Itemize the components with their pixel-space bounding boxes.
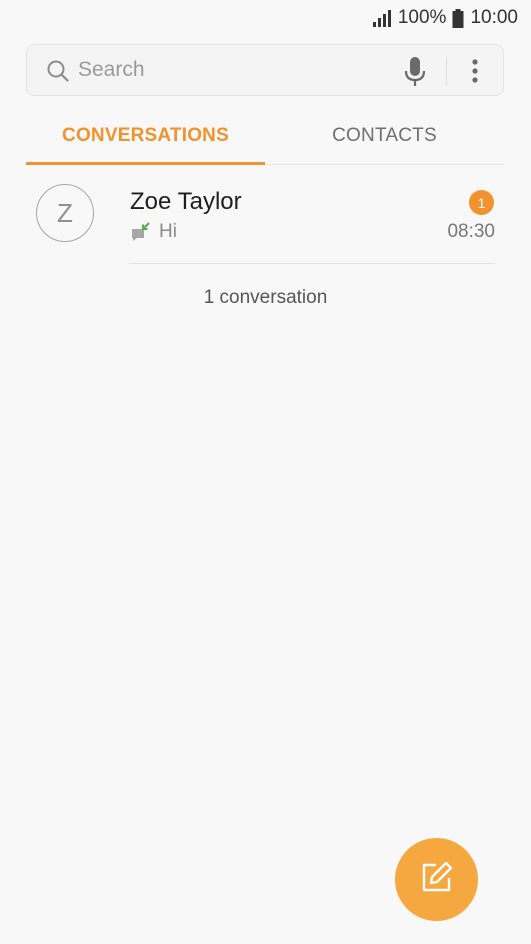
compose-icon: [420, 860, 454, 899]
compose-button[interactable]: [395, 838, 478, 921]
status-bar: 100% 10:00: [0, 0, 531, 36]
signal-icon: [372, 9, 392, 27]
microphone-icon[interactable]: [403, 56, 427, 93]
more-options-icon[interactable]: [471, 58, 479, 89]
tab-contacts[interactable]: CONTACTS: [265, 113, 504, 164]
unread-badge: 1: [469, 190, 494, 215]
incoming-message-icon: [131, 222, 151, 247]
tab-bar: CONVERSATIONS CONTACTS: [26, 113, 504, 165]
battery-icon: [452, 8, 464, 28]
search-input[interactable]: Search: [78, 58, 145, 82]
search-bar[interactable]: Search: [26, 44, 504, 96]
search-icon: [47, 60, 69, 87]
message-time: 08:30: [447, 221, 495, 242]
conversation-item[interactable]: Z Zoe Taylor Hi 1 08:30: [0, 166, 531, 264]
battery-percent: 100%: [397, 7, 447, 28]
row-divider: [129, 263, 495, 264]
tab-conversations[interactable]: CONVERSATIONS: [26, 113, 265, 165]
contact-name: Zoe Taylor: [130, 188, 242, 215]
status-time: 10:00: [470, 7, 518, 28]
avatar[interactable]: Z: [36, 184, 94, 242]
message-preview: Hi: [159, 221, 177, 242]
conversation-count: 1 conversation: [203, 287, 328, 308]
search-divider: [446, 57, 447, 85]
